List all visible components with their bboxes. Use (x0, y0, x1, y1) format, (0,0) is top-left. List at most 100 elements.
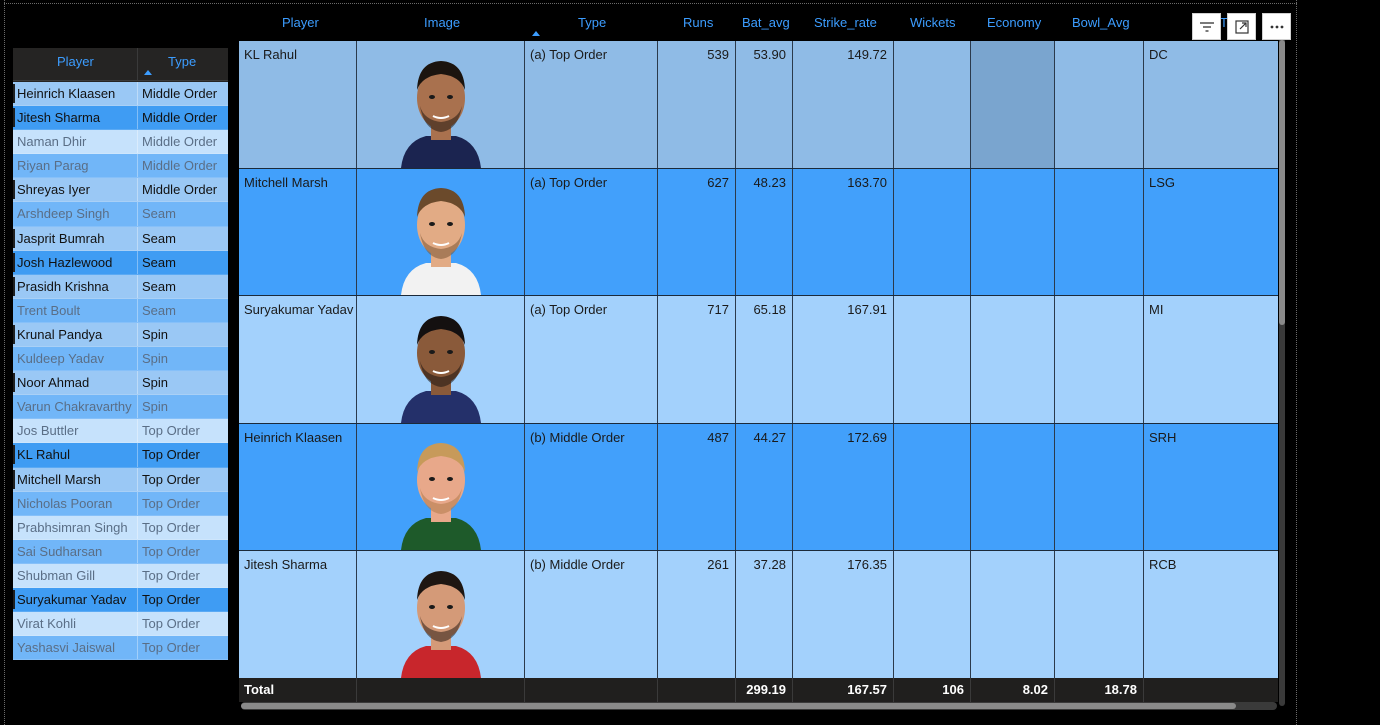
slicer-row[interactable]: Prabhsimran Singh Top Order (13, 515, 228, 540)
slicer-player-type: Top Order (142, 616, 200, 632)
slicer-row[interactable]: Jitesh Sharma Middle Order (13, 106, 228, 131)
sort-ascending-icon[interactable] (144, 70, 152, 75)
total-team (1144, 678, 1278, 702)
horizontal-scrollbar[interactable] (241, 702, 1277, 710)
cell-image (357, 423, 525, 551)
more-options-button[interactable] (1262, 13, 1291, 40)
table-row[interactable]: KL Rahul (a) Top Order 539 53.90 149.72 DC (239, 41, 1278, 169)
col-header-bat-avg[interactable]: Bat_avg (742, 15, 790, 30)
slicer-player-name: Varun Chakravarthy (17, 399, 132, 415)
slicer-player-name: Naman Dhir (17, 134, 87, 150)
more-options-icon (1270, 25, 1283, 28)
slicer-row[interactable]: Shubman Gill Top Order (13, 563, 228, 588)
total-runs (658, 678, 736, 702)
slicer-row[interactable]: Kuldeep Yadav Spin (13, 347, 228, 372)
sort-ascending-icon[interactable] (532, 31, 540, 36)
cell-strike-rate: 167.91 (793, 296, 894, 423)
table-row[interactable]: Jitesh Sharma (b) Middle Order 261 37.28 176… (239, 551, 1278, 679)
slicer-player-type: Seam (142, 206, 176, 222)
slicer-row[interactable]: Mitchell Marsh Top Order (13, 467, 228, 492)
filter-button[interactable] (1192, 13, 1221, 40)
focus-mode-button[interactable] (1227, 13, 1256, 40)
slicer-row[interactable]: Jasprit Bumrah Seam (13, 226, 228, 251)
cell-wickets (894, 168, 971, 296)
table-row[interactable]: Heinrich Klaasen (b) Middle Order 487 44.27… (239, 423, 1278, 552)
col-header-wickets[interactable]: Wickets (910, 15, 956, 30)
slicer-row[interactable]: Varun Chakravarthy Spin (13, 395, 228, 420)
total-image (357, 678, 525, 702)
slicer-rows: Heinrich Klaasen Middle Order Jitesh Sharm… (13, 82, 228, 661)
slicer-player-name: Arshdeep Singh (17, 206, 110, 222)
slicer-player-name: Riyan Parag (17, 158, 89, 174)
slicer-col-type[interactable]: Type (168, 54, 196, 69)
selection-marker (13, 324, 15, 344)
total-wickets: 106 (894, 678, 971, 702)
selection-marker (13, 228, 15, 248)
cell-player: Mitchell Marsh (239, 168, 357, 296)
slicer-row[interactable]: Arshdeep Singh Seam (13, 202, 228, 227)
slicer-row[interactable]: Jos Buttler Top Order (13, 419, 228, 444)
cell-bowl-avg (1055, 41, 1144, 168)
table-row[interactable]: Suryakumar Yadav (a) Top Order 717 65.18 167… (239, 296, 1278, 424)
slicer-row[interactable]: Nicholas Pooran Top Order (13, 491, 228, 516)
slicer-player-name: Krunal Pandya (17, 326, 103, 342)
slicer-player-type: Top Order (142, 543, 200, 559)
cell-bowl-avg (1055, 423, 1144, 551)
player-photo (400, 315, 481, 423)
player-photo (400, 188, 481, 296)
slicer-row[interactable]: Josh Hazlewood Seam (13, 250, 228, 275)
cell-runs: 261 (658, 551, 736, 678)
slicer-row[interactable]: Noor Ahmad Spin (13, 371, 228, 396)
total-bat-avg: 299.19 (736, 678, 793, 702)
slicer-player-name: Jitesh Sharma (17, 110, 101, 126)
slicer-row[interactable]: Krunal Pandya Spin (13, 322, 228, 348)
slicer-player-type: Seam (142, 278, 176, 294)
cell-strike-rate: 163.70 (793, 168, 894, 296)
cell-team: MI (1149, 302, 1164, 318)
selection-marker (13, 180, 15, 200)
slicer-col-player[interactable]: Player (57, 54, 94, 69)
slicer-player-type: Spin (142, 351, 169, 367)
slicer-row[interactable]: KL Rahul Top Order (13, 443, 228, 468)
col-header-strike-rate[interactable]: Strike_rate (814, 15, 877, 30)
table-row[interactable]: Mitchell Marsh (a) Top Order 627 48.23 163.7… (239, 168, 1278, 297)
player-type-slicer[interactable]: Player Type Heinrich Klaasen Middle Order… (13, 48, 228, 661)
player-photo (400, 570, 481, 678)
slicer-player-name: Virat Kohli (17, 616, 77, 632)
col-header-economy[interactable]: Economy (987, 15, 1041, 30)
selection-marker (13, 84, 15, 103)
slicer-player-type: Middle Order (142, 158, 218, 174)
col-header-type[interactable]: Type (578, 15, 606, 30)
cell-image (357, 551, 525, 678)
cell-type: (a) Top Order (525, 296, 658, 423)
slicer-row[interactable]: Suryakumar Yadav Top Order (13, 587, 228, 613)
cell-runs: 717 (658, 296, 736, 423)
horizontal-scroll-thumb[interactable] (241, 703, 1236, 709)
selection-marker (13, 469, 15, 489)
col-header-bowl-avg[interactable]: Bowl_Avg (1072, 15, 1130, 30)
col-header-image[interactable]: Image (424, 15, 460, 30)
slicer-row[interactable]: Virat Kohli Top Order (13, 612, 228, 637)
col-header-player[interactable]: Player (282, 15, 319, 30)
slicer-player-name: Kuldeep Yadav (17, 351, 104, 367)
cell-economy (971, 168, 1055, 296)
slicer-row[interactable]: Prasidh Krishna Seam (13, 274, 228, 299)
slicer-row[interactable]: Naman Dhir Middle Order (13, 130, 228, 155)
cell-strike-rate: 176.35 (793, 551, 894, 678)
cell-economy (971, 41, 1055, 168)
slicer-row[interactable]: Shreyas Iyer Middle Order (13, 178, 228, 203)
cell-economy (971, 551, 1055, 678)
slicer-row[interactable]: Sai Sudharsan Top Order (13, 539, 228, 564)
vertical-scrollbar[interactable] (1279, 36, 1285, 706)
slicer-row[interactable]: Riyan Parag Middle Order (13, 154, 228, 179)
slicer-player-name: Noor Ahmad (17, 375, 90, 391)
col-header-runs[interactable]: Runs (683, 15, 713, 30)
slicer-row[interactable]: Trent Boult Seam (13, 298, 228, 323)
focus-mode-icon (1234, 19, 1249, 34)
table-total-row: Total 299.19 167.57 106 8.02 18.78 (239, 678, 1278, 702)
slicer-row[interactable]: Yashasvi Jaiswal Top Order (13, 636, 228, 661)
slicer-player-name: Yashasvi Jaiswal (17, 640, 116, 656)
vertical-scroll-thumb[interactable] (1279, 40, 1285, 325)
slicer-row[interactable]: Heinrich Klaasen Middle Order (13, 82, 228, 107)
slicer-player-type: Seam (142, 254, 176, 270)
